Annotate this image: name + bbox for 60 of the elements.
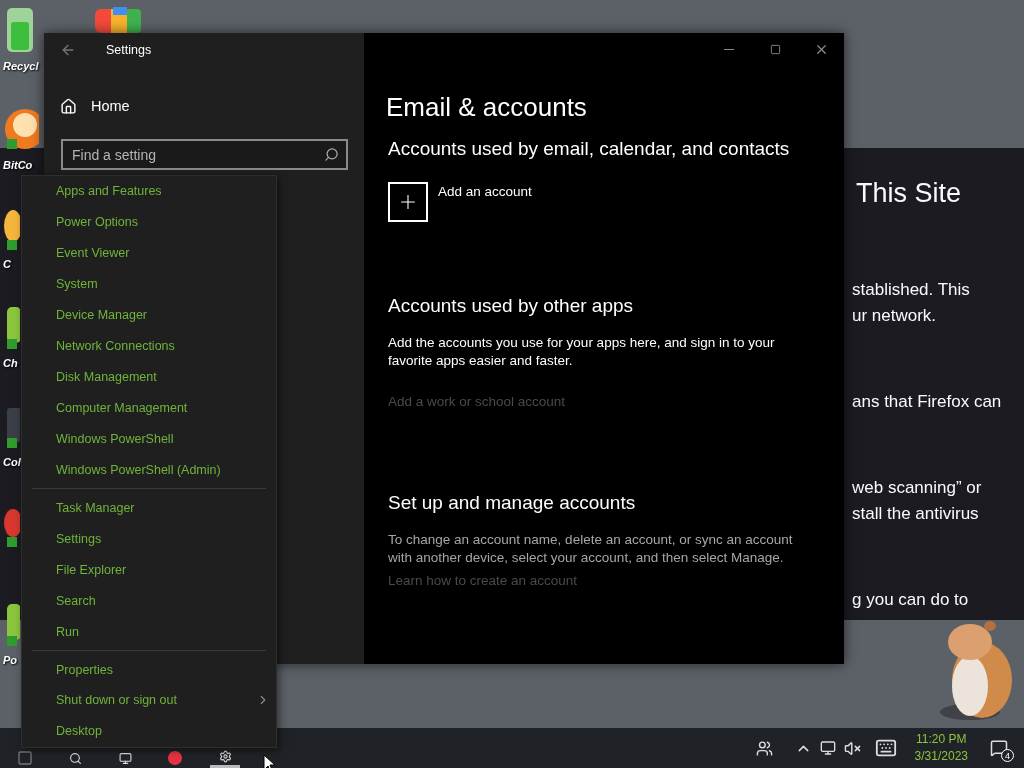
home-nav-item[interactable]: Home xyxy=(44,94,364,118)
paragraph-line: ur network. xyxy=(852,305,938,327)
network-icon[interactable] xyxy=(819,740,836,756)
menu-item[interactable]: Apps and Features xyxy=(22,176,276,207)
square-icon xyxy=(17,750,33,766)
settings-taskbar-button[interactable] xyxy=(210,749,240,768)
volume-muted-icon[interactable] xyxy=(843,739,861,757)
search-icon xyxy=(324,147,339,162)
desktop-icon-label[interactable]: Ch xyxy=(3,357,18,369)
paragraph-line: ans that Firefox can xyxy=(852,391,1003,413)
menu-item[interactable]: Windows PowerShell (Admin) xyxy=(22,454,276,486)
menu-item[interactable]: Disk Management xyxy=(22,361,276,393)
gear-icon xyxy=(218,750,232,763)
add-account-button[interactable]: Add an account xyxy=(386,182,844,222)
cursor-icon xyxy=(263,754,277,768)
menu-item[interactable]: Windows PowerShell xyxy=(22,423,276,455)
window-title: Settings xyxy=(106,42,152,57)
monitor-icon xyxy=(118,751,132,765)
menu-item[interactable]: Computer Management xyxy=(22,392,276,424)
keyboard-icon[interactable] xyxy=(874,737,897,759)
circle-icon xyxy=(168,751,182,765)
people-icon[interactable] xyxy=(755,739,773,757)
desktop-icon-label[interactable]: C xyxy=(3,258,11,270)
notification-count: 4 xyxy=(1001,749,1014,762)
page-title: Email & accounts xyxy=(386,91,588,123)
page-heading: This Site xyxy=(856,178,963,209)
menu-item[interactable]: Shut down or sign out xyxy=(22,685,276,716)
message-icon xyxy=(990,739,1008,757)
desktop-icon-label[interactable]: BitCo xyxy=(3,159,33,171)
maximize-icon xyxy=(769,44,781,55)
menu-item[interactable]: Network Connections xyxy=(22,330,276,362)
menu-item[interactable]: Properties xyxy=(22,654,276,685)
section-description: To change an account name, delete an account, or sync an account with another device, select your account, and then select Manage. xyxy=(387,531,794,567)
desktop-icon-label[interactable]: Po xyxy=(3,654,18,666)
paragraph-line: stablished. This xyxy=(852,279,971,301)
section-description: Add the accounts you use for your apps here, and sign in to your favorite apps easier and faster. xyxy=(387,334,776,370)
menu-item[interactable]: Task Manager xyxy=(22,492,276,524)
menu-item[interactable]: Event Viewer xyxy=(22,237,276,269)
minimize-icon xyxy=(724,49,734,50)
search-icon xyxy=(68,751,82,765)
menu-item[interactable]: File Explorer xyxy=(22,554,276,586)
menu-item[interactable]: Settings xyxy=(22,523,276,555)
paragraph-line: web scanning” or xyxy=(852,477,983,499)
menu-item[interactable]: Desktop xyxy=(22,715,276,747)
clock[interactable]: 11:20 PM 3/31/2023 xyxy=(914,731,968,765)
desktop-icon-label[interactable]: Recycl xyxy=(3,60,39,72)
menu-item[interactable]: Run xyxy=(22,616,276,648)
home-icon xyxy=(60,97,77,115)
desktop-icon-label[interactable]: Col xyxy=(3,456,21,468)
notifications-button[interactable]: 4 xyxy=(986,736,1012,760)
menu-item[interactable]: Search xyxy=(22,585,276,617)
paragraph-line: stall the antivirus xyxy=(852,503,980,525)
search-field[interactable]: Find a setting xyxy=(61,139,348,170)
section-heading: Accounts used by email, calendar, and contacts xyxy=(387,137,791,161)
menu-item[interactable]: Device Manager xyxy=(22,299,276,331)
menu-item[interactable]: System xyxy=(22,268,276,300)
section-heading: Accounts used by other apps xyxy=(387,294,635,318)
menu-item[interactable]: Power Options xyxy=(22,206,276,238)
paragraph-line: g you can do to xyxy=(852,589,970,611)
section-heading: Set up and manage accounts xyxy=(387,491,637,515)
